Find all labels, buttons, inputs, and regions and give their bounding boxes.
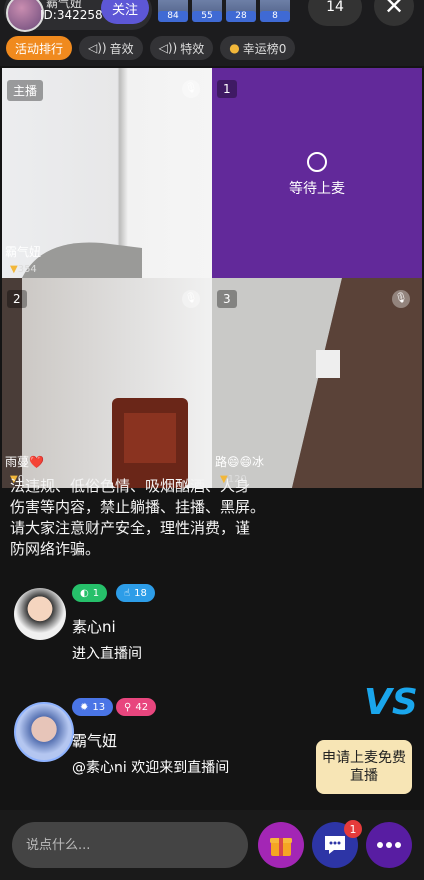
key-icon: ⚲ — [124, 701, 132, 713]
more-button[interactable] — [366, 822, 412, 868]
viewer-avatar[interactable]: 55 — [192, 0, 222, 22]
top-bar: 霸气妞 ID:342258 关注 84 55 28 8 14 ✕ 活动排行 ◁)… — [0, 0, 424, 66]
gift-icon — [270, 838, 292, 856]
seat-label: 主播 — [7, 80, 44, 101]
notice-line: 法违规、低俗色情、吸烟酗酒、人身 — [10, 477, 251, 495]
viewer-badge: 84 — [158, 11, 188, 22]
seat-user-name: 路😄😄冰 — [215, 455, 265, 469]
notice-line: 请大家注意财产安全，理性消费，谨 — [10, 519, 251, 537]
viewer-avatar[interactable]: 84 — [158, 0, 188, 22]
seat-host[interactable]: 主播 🎙 霸气妞 ▼354 — [2, 68, 212, 278]
viewer-avatar[interactable]: 28 — [226, 0, 256, 22]
moon-icon: ◐ — [80, 587, 89, 599]
notification-badge: 1 — [344, 820, 362, 838]
wealth-badge-value: 42 — [135, 701, 149, 713]
medal-icon: ● — [229, 41, 240, 55]
chat-input[interactable] — [12, 822, 248, 868]
webcam-icon — [307, 152, 327, 172]
avatar[interactable] — [14, 702, 74, 762]
special-effect-button[interactable]: ◁)) 特效 — [149, 36, 214, 60]
message-user-name[interactable]: 素心ni — [72, 616, 116, 637]
lucky-list-label: 幸运榜0 — [242, 41, 287, 56]
seat-label: 3 — [217, 290, 237, 308]
room-toolbar: 活动排行 ◁)) 音效 ◁)) 特效 ● 幸运榜0 — [6, 36, 296, 60]
chat-bubble-icon — [325, 836, 345, 854]
sound-effect-label: 音效 — [109, 41, 134, 56]
message-text: @素心ni 欢迎来到直播间 — [72, 760, 230, 776]
online-count[interactable]: 14 — [308, 0, 362, 26]
close-button[interactable]: ✕ — [374, 0, 414, 26]
viewer-badge: 8 — [260, 11, 290, 22]
activity-ranking-button[interactable]: 活动排行 — [6, 36, 73, 60]
seat-2[interactable]: 2 🎙 雨蔓❤️ ▼0 — [2, 278, 212, 488]
gear-icon: ✹ — [80, 701, 89, 713]
vs-logo[interactable]: VS — [364, 682, 418, 738]
hand-icon: ☝ — [124, 587, 131, 599]
bottom-bar: 1 — [0, 810, 424, 880]
apply-mic-button[interactable]: 申请上麦免费 直播 — [316, 740, 412, 794]
special-effect-label: 特效 — [180, 41, 205, 56]
wealth-badge: ⚲ 42 — [116, 698, 157, 716]
level-badge: ✹ 13 — [72, 698, 114, 716]
level-badge-value: 1 — [92, 587, 100, 599]
mic-icon: 🎙 — [392, 290, 410, 308]
seat-user-name: 霸气妞 — [5, 245, 42, 259]
apply-mic-line: 直播 — [350, 768, 378, 784]
avatar[interactable] — [14, 588, 66, 640]
seat-score-value: 354 — [17, 264, 37, 275]
seat-3[interactable]: 3 🎙 路😄😄冰 ▼120 — [212, 278, 422, 488]
chat-message: ◐ 1 ☝ 18 素心ni 进入直播间 — [14, 584, 314, 668]
level-badge: ◐ 1 — [72, 584, 108, 602]
notice-line: 伤害等内容，禁止躺播、挂播、黑屏。 — [10, 498, 266, 516]
message-user-name[interactable]: 霸气妞 — [72, 730, 117, 751]
gift-button[interactable] — [258, 822, 304, 868]
waiting-for-mic[interactable]: 等待上麦 — [212, 152, 422, 198]
message-button[interactable]: 1 — [312, 820, 362, 868]
room-notice: 法违规、低俗色情、吸烟酗酒、人身 伤害等内容，禁止躺播、挂播、黑屏。 请大家注意… — [10, 477, 320, 560]
notice-line: 防网络诈骗。 — [10, 540, 101, 558]
seat-user-name: 雨蔓❤️ — [5, 455, 44, 469]
host-id: ID:342258 — [40, 8, 103, 22]
seat-score: ▼354 — [10, 264, 37, 275]
wealth-badge: ☝ 18 — [116, 584, 155, 602]
mic-icon: 🎙 — [182, 80, 200, 98]
message-text: 进入直播间 — [72, 646, 142, 662]
wealth-badge-value: 18 — [134, 587, 147, 599]
trophy-icon: ▼ — [10, 264, 18, 275]
sound-effect-button[interactable]: ◁)) 音效 — [79, 36, 143, 60]
viewer-badge: 55 — [192, 11, 222, 22]
waiting-label: 等待上麦 — [289, 181, 345, 197]
lucky-list-button[interactable]: ● 幸运榜0 — [220, 36, 296, 60]
seat-1[interactable]: 1 等待上麦 — [212, 68, 422, 278]
level-badge-value: 13 — [92, 701, 106, 713]
speaker-icon: ◁)) — [158, 41, 178, 55]
speaker-icon: ◁)) — [88, 41, 107, 55]
apply-mic-line: 申请上麦免费 — [322, 750, 406, 766]
chat-message: ✹ 13 ⚲ 42 霸气妞 @素心ni 欢迎来到直播间 — [14, 698, 314, 782]
viewer-avatars: 84 55 28 8 — [158, 0, 290, 22]
follow-button[interactable]: 关注 — [101, 0, 149, 24]
seat-label: 2 — [7, 290, 27, 308]
viewer-badge: 28 — [226, 11, 256, 22]
more-icon — [377, 842, 401, 848]
mic-icon: 🎙 — [182, 290, 200, 308]
viewer-avatar[interactable]: 8 — [260, 0, 290, 22]
seat-label: 1 — [217, 80, 237, 98]
